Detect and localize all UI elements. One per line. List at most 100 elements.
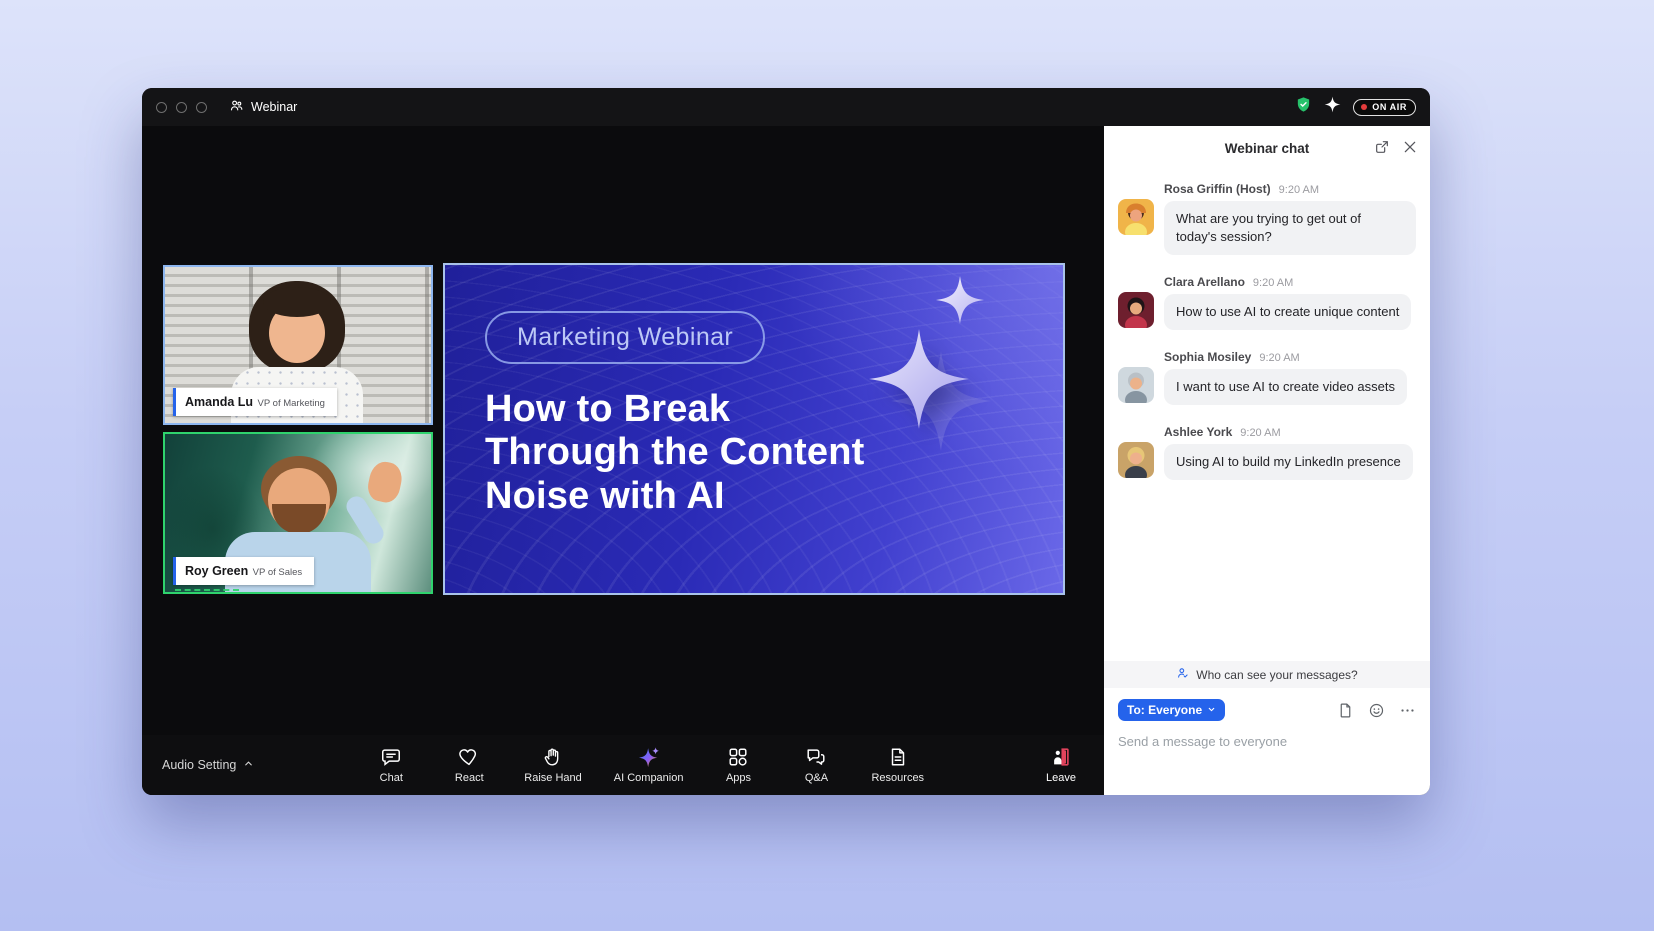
react-label: React	[455, 772, 484, 784]
participant-role: VP of Marketing	[258, 398, 325, 409]
ai-companion-button[interactable]: AI Companion	[614, 746, 684, 784]
message-input[interactable]	[1118, 734, 1416, 795]
slide-tag: Marketing Webinar	[485, 311, 765, 364]
message-bubble: How to use AI to create unique content	[1164, 294, 1411, 330]
message-time: 9:20 AM	[1279, 184, 1319, 196]
react-button[interactable]: React	[446, 746, 492, 784]
chevron-down-icon	[1207, 703, 1216, 717]
person-check-icon	[1176, 666, 1190, 683]
resources-button[interactable]: Resources	[871, 746, 924, 784]
qa-label: Q&A	[805, 772, 828, 784]
app-title: Webinar	[229, 98, 297, 116]
raise-hand-label: Raise Hand	[524, 772, 581, 784]
message-time: 9:20 AM	[1240, 427, 1280, 439]
message-visibility-note[interactable]: Who can see your messages?	[1104, 661, 1430, 688]
message-author: Clara Arellano	[1164, 275, 1245, 289]
emoji-icon[interactable]	[1368, 702, 1385, 719]
visibility-note-label: Who can see your messages?	[1196, 668, 1357, 682]
meeting-toolbar: Audio Setting Chat	[142, 735, 1104, 795]
ticker-dashes	[175, 589, 239, 591]
compose-icons	[1337, 702, 1416, 719]
compose-area: To: Everyone	[1104, 688, 1430, 795]
window-close-button[interactable]	[156, 102, 167, 113]
resources-label: Resources	[871, 772, 924, 784]
chevron-up-icon	[243, 758, 254, 772]
leave-label: Leave	[1046, 772, 1076, 784]
chat-icon	[380, 746, 402, 768]
message-bubble: What are you trying to get out of today'…	[1164, 201, 1416, 255]
raise-hand-button[interactable]: Raise Hand	[524, 746, 581, 784]
video-tile-roy: Roy Green VP of Sales	[163, 432, 433, 594]
on-air-label: ON AIR	[1372, 102, 1407, 112]
audio-setting-button[interactable]: Audio Setting	[162, 758, 254, 772]
raise-hand-icon	[542, 746, 564, 768]
heart-icon	[458, 746, 480, 768]
chat-button[interactable]: Chat	[368, 746, 414, 784]
ai-sparkle-icon	[638, 746, 660, 768]
window-zoom-button[interactable]	[196, 102, 207, 113]
chat-message: Clara Arellano 9:20 AM How to use AI to …	[1118, 275, 1416, 330]
message-time: 9:20 AM	[1259, 352, 1299, 364]
avatar-clara	[1118, 292, 1154, 328]
close-icon[interactable]	[1402, 139, 1418, 155]
chat-footer: Who can see your messages? To: Everyone	[1104, 661, 1430, 795]
nametag-amanda: Amanda Lu VP of Marketing	[173, 388, 337, 416]
webinar-window: Webinar ON AIR	[142, 88, 1430, 795]
toolbar-center: Chat React	[254, 746, 1038, 784]
more-options-icon[interactable]	[1399, 702, 1416, 719]
on-air-dot	[1361, 104, 1367, 110]
participant-name: Amanda Lu	[185, 395, 253, 409]
chat-label: Chat	[380, 772, 403, 784]
security-shield-icon[interactable]	[1295, 96, 1312, 118]
window-minimize-button[interactable]	[176, 102, 187, 113]
qa-button[interactable]: Q&A	[793, 746, 839, 784]
window-controls	[156, 102, 207, 113]
resources-icon	[887, 746, 909, 768]
sparkle-shape-small	[935, 275, 985, 325]
participant-role: VP of Sales	[253, 567, 302, 578]
main-area: Amanda Lu VP of Marketing Roy Green VP o…	[142, 126, 1104, 795]
message-author: Sophia Mosiley	[1164, 350, 1251, 364]
avatar-rosa	[1118, 199, 1154, 235]
leave-door-icon	[1050, 746, 1072, 768]
chat-message: Ashlee York 9:20 AM Using AI to build my…	[1118, 425, 1416, 480]
chat-panel: Webinar chat	[1104, 126, 1430, 795]
leave-button[interactable]: Leave	[1038, 746, 1084, 784]
chat-message-list: Rosa Griffin (Host) 9:20 AM What are you…	[1104, 172, 1430, 661]
chat-message: Sophia Mosiley 9:20 AM I want to use AI …	[1118, 350, 1416, 405]
video-stage: Amanda Lu VP of Marketing Roy Green VP o…	[142, 126, 1104, 735]
video-tile-amanda: Amanda Lu VP of Marketing	[163, 265, 433, 425]
avatar-sophia	[1118, 367, 1154, 403]
message-bubble: I want to use AI to create video assets	[1164, 369, 1407, 405]
presentation-slide: Marketing Webinar How to Break Through t…	[443, 263, 1065, 595]
app-title-label: Webinar	[251, 100, 297, 114]
message-bubble: Using AI to build my LinkedIn presence	[1164, 444, 1413, 480]
nametag-roy: Roy Green VP of Sales	[173, 557, 314, 585]
on-air-badge: ON AIR	[1353, 99, 1416, 116]
apps-button[interactable]: Apps	[715, 746, 761, 784]
titlebar-right: ON AIR	[1295, 96, 1416, 118]
apps-icon	[727, 746, 749, 768]
desktop-background: Webinar ON AIR	[0, 0, 1654, 931]
message-time: 9:20 AM	[1253, 277, 1293, 289]
chat-header: Webinar chat	[1104, 126, 1430, 172]
message-author: Rosa Griffin (Host)	[1164, 182, 1271, 196]
attach-file-icon[interactable]	[1337, 702, 1354, 719]
apps-label: Apps	[726, 772, 751, 784]
titlebar: Webinar ON AIR	[142, 88, 1430, 126]
to-selector-label: To: Everyone	[1127, 703, 1202, 717]
chat-message: Rosa Griffin (Host) 9:20 AM What are you…	[1118, 182, 1416, 255]
avatar-ashlee	[1118, 442, 1154, 478]
message-author: Ashlee York	[1164, 425, 1232, 439]
pop-out-icon[interactable]	[1374, 139, 1390, 155]
to-everyone-selector[interactable]: To: Everyone	[1118, 699, 1225, 721]
audio-setting-label: Audio Setting	[162, 758, 236, 772]
chat-header-icons	[1374, 139, 1418, 155]
ai-companion-label: AI Companion	[614, 772, 684, 784]
ai-companion-status-icon[interactable]	[1324, 96, 1341, 118]
webinar-people-icon	[229, 98, 244, 116]
sparkle-shape-large	[867, 327, 971, 431]
participant-name: Roy Green	[185, 564, 248, 578]
slide-heading-line: Noise with AI	[485, 475, 1063, 518]
qa-icon	[805, 746, 827, 768]
